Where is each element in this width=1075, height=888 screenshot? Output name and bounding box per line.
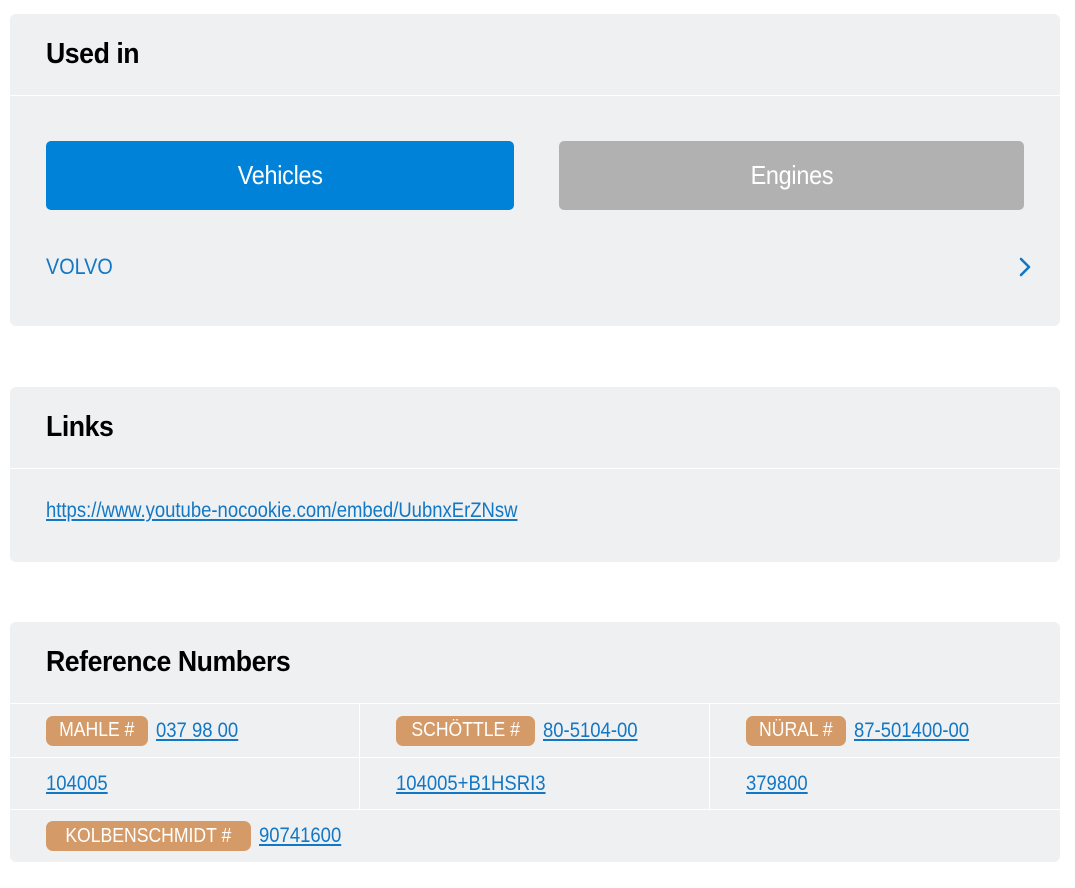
reference-number-link[interactable]: 379800 — [746, 772, 808, 796]
links-title: Links — [46, 411, 114, 443]
tab-engines-label: Engines — [750, 160, 833, 190]
brand-badge: SCHÖTTLE # — [396, 715, 536, 746]
links-card: Links https://www.youtube-nocookie.com/e… — [10, 387, 1060, 562]
tab-vehicles-label: Vehicles — [237, 160, 323, 190]
reference-number-link[interactable]: 80-5104-00 — [543, 719, 638, 743]
reference-numbers-header: Reference Numbers — [10, 622, 1060, 704]
make-label: VOLVO — [46, 254, 113, 279]
reference-number-link[interactable]: 104005+B1HSRI3 — [396, 772, 546, 796]
reference-cell: 104005 — [10, 758, 359, 809]
brand-badge-label: SCHÖTTLE # — [411, 719, 520, 741]
reference-cell: 104005+B1HSRI3 — [359, 758, 709, 809]
reference-grid: MAHLE # 037 98 00 SCHÖTTLE # 80-5104-00 … — [10, 704, 1060, 862]
reference-number-link[interactable]: 87-501400-00 — [854, 719, 969, 743]
reference-numbers-card: Reference Numbers MAHLE # 037 98 00 SCHÖ… — [10, 622, 1060, 862]
used-in-title: Used in — [46, 38, 140, 70]
make-row-volvo[interactable]: VOLVO — [46, 246, 1036, 288]
used-in-tabs: Vehicles Engines — [46, 141, 1024, 210]
reference-row: MAHLE # 037 98 00 SCHÖTTLE # 80-5104-00 … — [10, 704, 1060, 758]
reference-row: KOLBENSCHMIDT # 90741600 — [10, 810, 1060, 862]
brand-badge-label: NÜRAL # — [759, 719, 833, 741]
link-item: https://www.youtube-nocookie.com/embed/U… — [46, 499, 582, 523]
reference-cell: NÜRAL # 87-501400-00 — [709, 704, 1060, 757]
reference-row: 104005 104005+B1HSRI3 379800 — [10, 758, 1060, 810]
reference-cell: 379800 — [709, 758, 1060, 809]
chevron-right-icon[interactable] — [1014, 256, 1036, 278]
tab-vehicles[interactable]: Vehicles — [46, 141, 514, 210]
brand-badge-label: MAHLE # — [59, 719, 135, 741]
reference-cell: SCHÖTTLE # 80-5104-00 — [359, 704, 709, 757]
brand-badge: MAHLE # — [46, 715, 148, 746]
reference-number-link[interactable]: 104005 — [46, 772, 108, 796]
brand-badge: NÜRAL # — [746, 715, 846, 746]
brand-badge-label: KOLBENSCHMIDT # — [65, 824, 232, 847]
reference-number-link[interactable]: 037 98 00 — [156, 719, 238, 743]
reference-number-link[interactable]: 90741600 — [259, 824, 341, 848]
brand-badge: KOLBENSCHMIDT # — [46, 821, 251, 851]
reference-cell: KOLBENSCHMIDT # 90741600 — [10, 810, 1060, 862]
reference-cell: MAHLE # 037 98 00 — [10, 704, 359, 757]
used-in-card: Used in Vehicles Engines VOLVO — [10, 14, 1060, 326]
reference-numbers-title: Reference Numbers — [46, 646, 291, 678]
used-in-header: Used in — [10, 14, 1060, 96]
youtube-link[interactable]: https://www.youtube-nocookie.com/embed/U… — [46, 499, 517, 523]
tab-engines[interactable]: Engines — [559, 141, 1024, 210]
links-header: Links — [10, 387, 1060, 469]
